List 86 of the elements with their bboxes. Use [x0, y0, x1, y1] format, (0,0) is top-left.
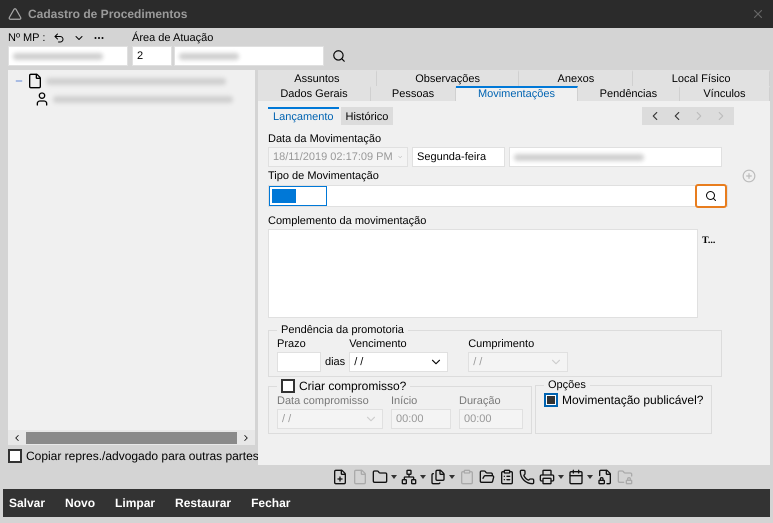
- file-plus-icon: [332, 469, 348, 485]
- checkbox[interactable]: [8, 449, 22, 463]
- calendar-icon: [568, 469, 584, 485]
- field-label: Tipo de Movimentação: [268, 170, 379, 182]
- blurred-text: [179, 52, 239, 60]
- dropdown-caret-icon[interactable]: [391, 475, 397, 479]
- search-icon[interactable]: [332, 49, 346, 63]
- input-field[interactable]: [174, 46, 324, 66]
- action-button[interactable]: Limpar: [115, 496, 156, 510]
- input-field[interactable]: Segunda-feira: [412, 147, 505, 168]
- app-logo-icon: [8, 7, 22, 21]
- clipboard-list-icon: [499, 469, 515, 485]
- field-label: Complemento da movimentação: [268, 215, 428, 228]
- toolbar-button[interactable]: [519, 469, 535, 485]
- unit-label: dias: [325, 356, 346, 368]
- action-button[interactable]: Novo: [65, 496, 96, 510]
- window-title: Cadastro de Procedimentos: [28, 7, 188, 21]
- field-label: Início: [391, 395, 418, 408]
- toolbar-button[interactable]: [479, 469, 495, 485]
- checkbox-label: Copiar repres./advogado para outras partes: [26, 449, 259, 463]
- tab[interactable]: Pendências: [578, 86, 680, 102]
- field-label: Cumprimento: [468, 338, 536, 350]
- search-button[interactable]: [695, 184, 727, 208]
- horizontal-scrollbar[interactable]: [8, 430, 255, 445]
- field-label: Nº MP :: [8, 32, 46, 44]
- printer-icon: [539, 469, 555, 485]
- toolbar-button[interactable]: [401, 469, 426, 485]
- undo-icon[interactable]: [53, 32, 66, 44]
- group-title: Opções: [548, 379, 586, 392]
- file-icon: [352, 469, 368, 485]
- input-field[interactable]: [509, 147, 722, 168]
- close-icon[interactable]: [751, 7, 765, 21]
- toolbar-button[interactable]: [332, 469, 348, 485]
- action-button[interactable]: Restaurar: [175, 496, 232, 510]
- tab[interactable]: Vínculos: [680, 86, 770, 102]
- group-title: Pendência da promotoria: [281, 324, 404, 336]
- dropdown-caret-icon[interactable]: [420, 475, 426, 479]
- toolbar-button[interactable]: [499, 469, 515, 485]
- toolbar-button[interactable]: [597, 469, 613, 485]
- hint-text: T...: [702, 235, 716, 246]
- tab[interactable]: Lançamento: [268, 107, 339, 126]
- selected-text: [269, 186, 327, 206]
- search-icon: [705, 190, 717, 202]
- field-label: Vencimento: [349, 338, 408, 350]
- dropdown-caret-icon[interactable]: [449, 475, 455, 479]
- tab[interactable]: Observações: [376, 70, 520, 86]
- input-field[interactable]: [268, 185, 728, 208]
- input-field[interactable]: [277, 352, 321, 372]
- dropdown-caret-icon[interactable]: [558, 475, 564, 479]
- file-lock-icon: [597, 469, 613, 485]
- date-picker[interactable]: / /: [349, 352, 448, 372]
- dropdown-caret-icon[interactable]: [587, 475, 593, 479]
- field-label: Prazo: [277, 338, 307, 350]
- scrollbar-thumb[interactable]: [26, 432, 237, 444]
- tab[interactable]: Dados Gerais: [258, 86, 371, 102]
- checkbox[interactable]: [281, 379, 295, 394]
- tab[interactable]: Local Físico: [633, 70, 770, 86]
- toolbar-button[interactable]: [372, 469, 397, 485]
- input-field[interactable]: 2: [132, 46, 172, 66]
- field-label: Data compromisso: [277, 395, 370, 408]
- phone-icon: [519, 469, 535, 485]
- folder-lock-icon: [617, 469, 633, 485]
- field-label: Área de Atuação: [132, 32, 214, 44]
- checkbox-label: Criar compromisso?: [299, 379, 406, 394]
- files-icon: [430, 469, 446, 485]
- tab[interactable]: Histórico: [340, 107, 394, 126]
- folder-open-icon: [479, 469, 495, 485]
- tab[interactable]: Movimentações: [456, 86, 578, 102]
- tab[interactable]: Assuntos: [258, 70, 377, 86]
- checkbox[interactable]: [544, 393, 558, 408]
- action-button[interactable]: Fechar: [251, 496, 290, 510]
- tab[interactable]: Anexos: [519, 70, 634, 86]
- input-field[interactable]: [8, 46, 128, 66]
- person-icon: [34, 91, 50, 107]
- toolbar-button[interactable]: [430, 469, 455, 485]
- tab[interactable]: Pessoas: [370, 86, 456, 102]
- action-button[interactable]: Salvar: [9, 496, 46, 510]
- toolbar-button[interactable]: [539, 469, 564, 485]
- field-label: Data da Movimentação: [268, 133, 382, 146]
- folder-icon: [372, 469, 388, 485]
- network-icon: [401, 469, 417, 485]
- field-label: Duração: [459, 395, 502, 408]
- clipboard-icon: [459, 469, 475, 485]
- document-icon: [27, 73, 43, 89]
- checkbox-label: Movimentação publicável?: [562, 393, 704, 408]
- toolbar-button[interactable]: [568, 469, 593, 485]
